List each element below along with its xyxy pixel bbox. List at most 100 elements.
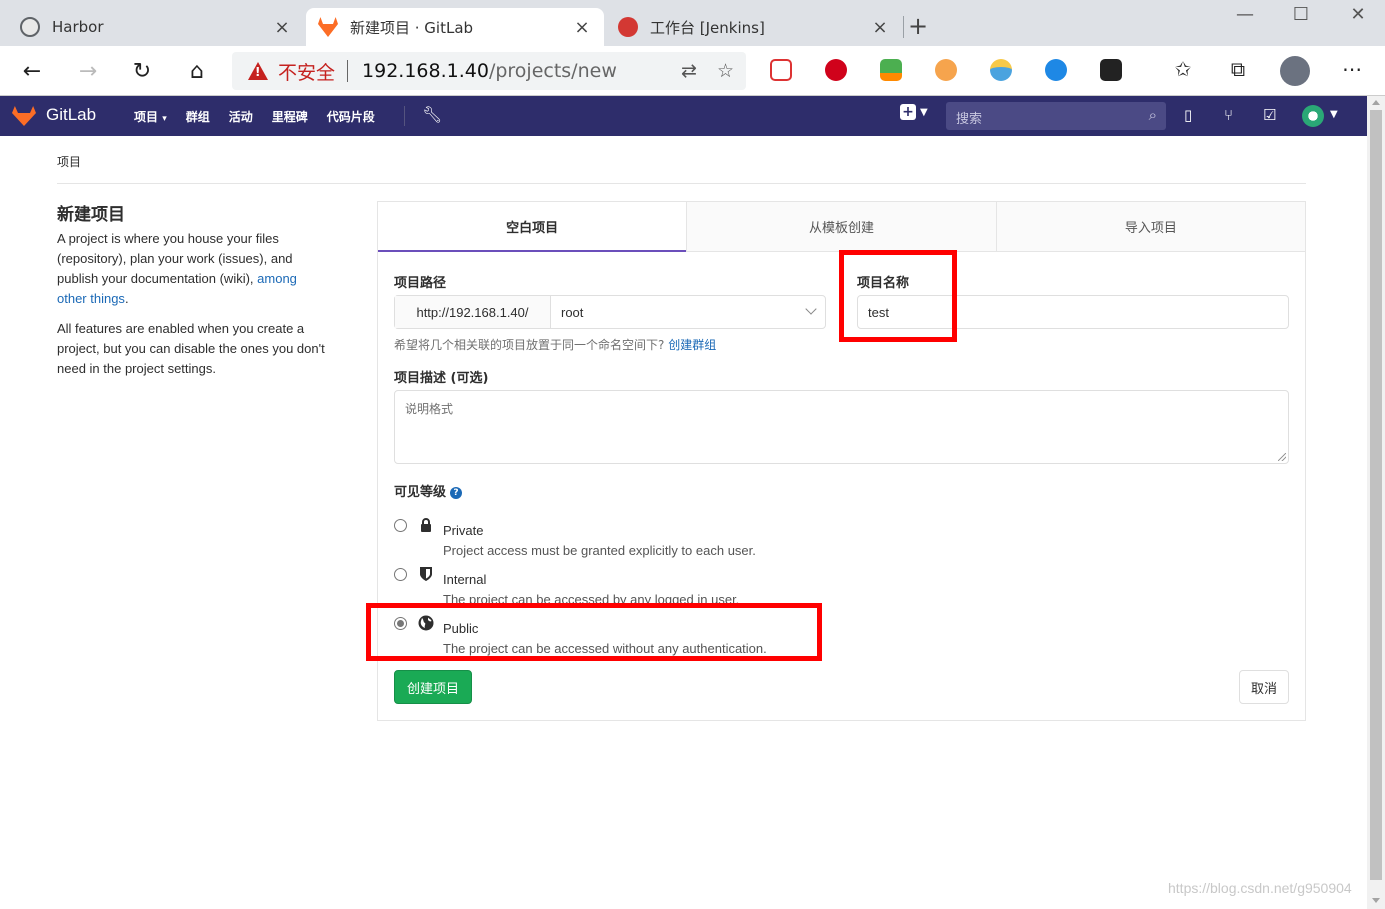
reload-button[interactable]: ↻ [126,55,158,87]
url-host: 192.168.1.40 [362,60,489,82]
forward-button[interactable]: → [72,55,104,87]
chevron-down-icon [805,303,817,315]
help-icon[interactable]: ? [450,487,463,499]
highlight-project-name-box [839,250,957,342]
description-placeholder: 说明格式 [405,402,454,416]
namespace-select[interactable]: root [551,296,825,328]
nav-groups[interactable]: 群组 [186,108,210,125]
nav-activity[interactable]: 活动 [229,108,253,125]
hint-text: 希望将几个相关联的项目放置于同一个命名空间下? [394,338,665,352]
lock-icon [421,518,431,532]
security-label: 不安全 [278,61,336,84]
tab-divider [903,16,904,38]
scroll-up-icon[interactable] [1372,100,1380,105]
project-path-label: 项目路径 [394,276,447,291]
todo-check-icon[interactable]: ☑ [1263,106,1276,124]
extension-colorful-icon[interactable] [990,59,1012,81]
admin-wrench-icon[interactable]: 🔧︎ [422,105,442,124]
tab-import-project[interactable]: 导入项目 [995,202,1305,252]
page-title: 新建项目 [57,205,125,225]
create-group-link[interactable]: 创建群组 [668,338,716,352]
address-bar[interactable]: 不安全 192.168.1.40/projects/new ⇄ ☆ [232,52,746,90]
visibility-private-option[interactable]: Private Project access must be granted e… [394,517,994,563]
minimize-button[interactable]: — [1225,4,1265,25]
home-button[interactable]: ⌂ [181,55,213,87]
breadcrumb[interactable]: 项目 [57,153,81,170]
namespace-hint: 希望将几个相关联的项目放置于同一个命名空间下? 创建群组 [394,336,716,353]
translate-icon[interactable]: ⇄ [681,60,697,82]
nav-projects[interactable]: 项目 ▾ [134,108,167,125]
omnibox-divider [347,60,349,82]
extension-abp-icon[interactable] [825,59,847,81]
visibility-internal-radio[interactable] [394,568,407,581]
favorites-icon[interactable]: ✩ [1170,57,1196,81]
nav-milestones[interactable]: 里程碑 [272,108,308,125]
user-avatar[interactable] [1302,105,1324,127]
scrollbar-thumb[interactable] [1370,110,1382,880]
visibility-title: Private [443,523,484,538]
create-project-button[interactable]: 创建项目 [394,670,472,704]
tab-gitlab[interactable]: 新建项目 · GitLab × [306,8,604,46]
tab-blank-project[interactable]: 空白项目 [378,202,687,252]
resize-handle-icon[interactable] [1278,453,1286,461]
more-menu-icon[interactable]: ⋯ [1339,57,1365,81]
maximize-button[interactable]: ☐ [1281,4,1321,25]
url-path: /projects/new [488,60,617,82]
gitlab-logo-icon[interactable] [12,106,36,126]
gitlab-navbar: GitLab 项目 ▾ 群组 活动 里程碑 代码片段 🔧︎ + ▼ 搜索 ⌕ ▯… [0,96,1367,136]
search-icon: ⌕ [1148,106,1157,124]
extension-cloud-icon[interactable] [1045,59,1067,81]
extension-pocket-icon[interactable] [770,59,792,81]
merge-request-icon[interactable]: ⑂ [1224,106,1233,124]
nav-divider [404,106,405,126]
visibility-title: Internal [443,572,487,587]
sidebar-text-end: . [124,291,129,306]
project-path-group: http://192.168.1.40/ root [394,295,826,329]
nav-snippets[interactable]: 代码片段 [327,108,375,125]
tab-harbor[interactable]: Harbor × [8,8,304,46]
project-description-label: 项目描述 (可选) [394,371,489,386]
url-text: 192.168.1.40/projects/new [362,60,617,82]
project-description-textarea[interactable]: 说明格式 [394,390,1289,464]
sidebar-features-note: All features are enabled when you create… [57,321,325,376]
chevron-down-icon[interactable]: ▼ [1330,109,1338,120]
search-input[interactable]: 搜索 ⌕ [946,102,1166,130]
tab-jenkins[interactable]: 工作台 [Jenkins] × [606,8,902,46]
collections-icon[interactable]: ⧉ [1225,57,1251,81]
favorite-star-icon[interactable]: ☆ [717,60,734,82]
jenkins-favicon-icon [618,17,638,37]
extension-orange-icon[interactable] [935,59,957,81]
profile-avatar[interactable] [1280,56,1310,86]
highlight-public-visibility-box [366,603,822,661]
tab-title: 新建项目 · GitLab [350,18,474,37]
visibility-label-text: 可见等级 [394,485,447,500]
nav-projects-label: 项目 [134,110,159,124]
warning-icon [248,62,268,80]
new-dropdown-plus-icon[interactable]: + [900,104,916,120]
visibility-description: Project access must be granted explicitl… [443,543,756,558]
gitlab-brand[interactable]: GitLab [46,105,96,125]
new-tab-button[interactable]: + [908,12,928,40]
cancel-button[interactable]: 取消 [1239,670,1289,704]
chevron-down-icon[interactable]: ▼ [920,107,928,118]
page-scrollbar[interactable] [1367,96,1385,909]
tab-from-template[interactable]: 从模板创建 [686,202,996,252]
visibility-private-radio[interactable] [394,519,407,532]
search-placeholder: 搜索 [956,112,983,127]
extension-off-icon[interactable] [880,59,902,81]
close-window-button[interactable]: ✕ [1338,4,1378,25]
path-prefix: http://192.168.1.40/ [395,296,551,328]
close-tab-icon[interactable]: × [572,17,592,38]
close-tab-icon[interactable]: × [272,17,292,38]
back-button[interactable]: ← [16,55,48,87]
visibility-level-label: 可见等级? [394,481,463,500]
breadcrumb-divider [57,183,1306,184]
scroll-down-icon[interactable] [1372,898,1380,903]
chevron-down-icon: ▾ [162,114,167,124]
tab-title: Harbor [52,18,104,36]
close-tab-icon[interactable]: × [870,17,890,38]
watermark: https://blog.csdn.net/g950904 [1168,880,1352,896]
sidebar-toggle-icon[interactable]: ▯ [1184,106,1192,124]
extension-tampermonkey-icon[interactable] [1100,59,1122,81]
gitlab-main-menu: 项目 ▾ 群组 活动 里程碑 代码片段 [134,108,375,125]
